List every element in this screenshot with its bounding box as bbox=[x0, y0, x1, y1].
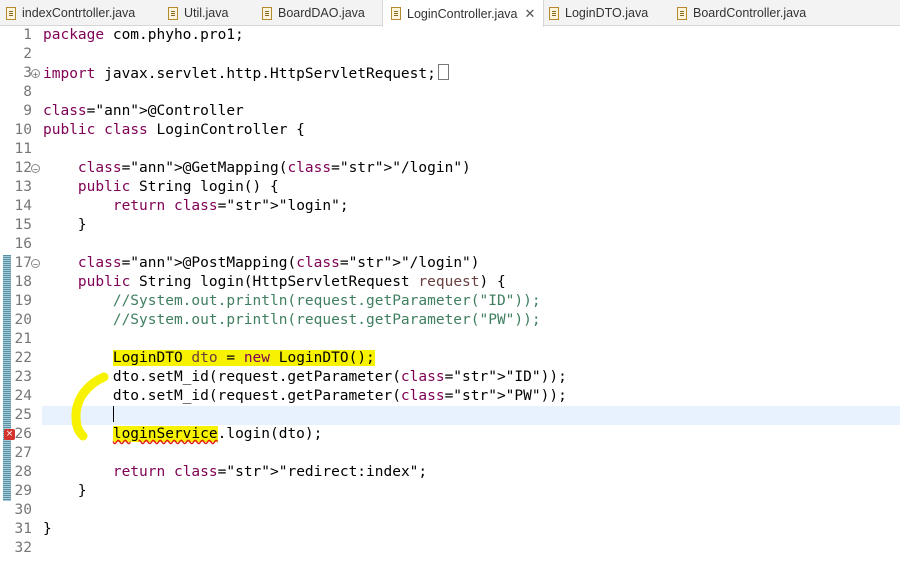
editor-tab-bar: indexContrtoller.java Util.java BoardDAO… bbox=[0, 0, 900, 27]
tab-board-dao[interactable]: BoardDAO.java bbox=[262, 0, 365, 26]
java-file-icon bbox=[6, 6, 16, 20]
highlighter-annotation bbox=[71, 372, 109, 441]
tab-util[interactable]: Util.java bbox=[168, 0, 228, 26]
tab-index-controller[interactable]: indexContrtoller.java bbox=[6, 0, 135, 26]
java-file-icon bbox=[391, 7, 401, 20]
tab-login-dto[interactable]: LoginDTO.java bbox=[549, 0, 648, 26]
tab-board-controller[interactable]: BoardController.java bbox=[677, 0, 806, 26]
java-file-icon bbox=[677, 6, 687, 20]
java-file-icon bbox=[262, 6, 272, 20]
code-editor[interactable]: 1 package com.phyho.pro1; 2 3 + import javax.… bbox=[0, 26, 900, 569]
java-file-icon bbox=[549, 6, 559, 20]
tab-label: indexContrtoller.java bbox=[22, 6, 136, 20]
close-icon[interactable]: ✕ bbox=[525, 7, 536, 20]
tab-label: BoardController.java bbox=[693, 6, 807, 20]
tab-label: LoginController.java bbox=[407, 6, 518, 21]
tab-login-controller[interactable]: LoginController.java ✕ bbox=[382, 0, 545, 27]
tab-label: LoginDTO.java bbox=[565, 6, 649, 20]
tab-label: Util.java bbox=[184, 6, 229, 20]
java-file-icon bbox=[168, 6, 178, 20]
tab-label: BoardDAO.java bbox=[278, 6, 365, 20]
